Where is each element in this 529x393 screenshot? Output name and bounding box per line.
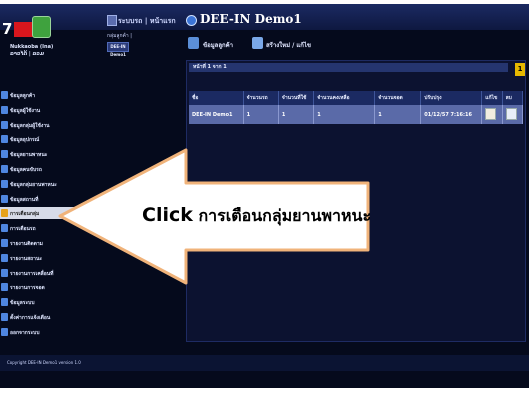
callout-instruction: Click การเตือนกลุ่มยานพาหนะ [142,204,371,229]
callout-click-word: Click [142,204,193,226]
callout-target-label: การเตือนกลุ่มยานพาหนะ [198,206,372,225]
callout-arrow-overlay [58,148,370,285]
